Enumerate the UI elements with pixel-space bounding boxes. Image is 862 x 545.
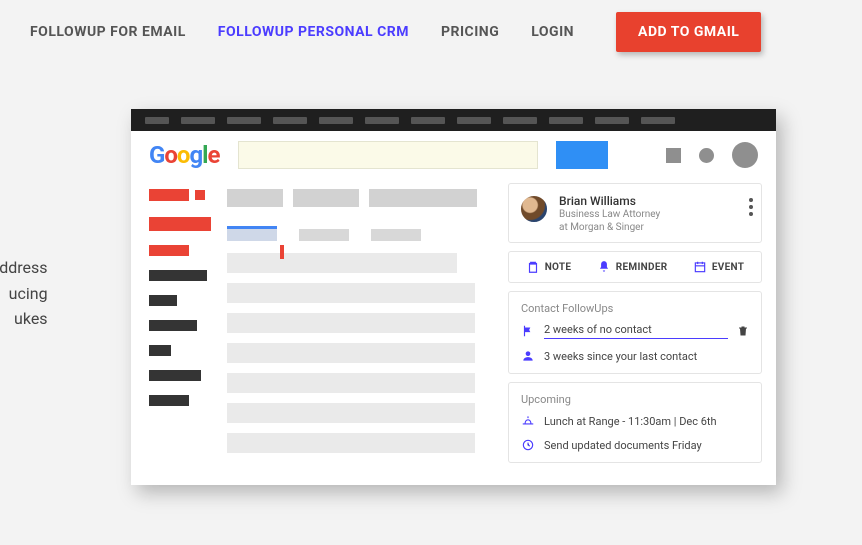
toolbar-placeholder (227, 189, 283, 207)
add-reminder-button[interactable]: REMINDER (597, 260, 668, 274)
sidebar-item[interactable] (149, 345, 171, 356)
message-row[interactable] (227, 283, 475, 303)
meal-icon (521, 414, 535, 428)
sidebar-item[interactable] (149, 370, 201, 381)
followups-title: Contact FollowUps (521, 302, 749, 315)
compose-placeholder[interactable] (149, 189, 189, 201)
gmail-mock-window: Google (131, 109, 776, 485)
nav-pricing[interactable]: PRICING (441, 24, 499, 40)
message-row[interactable] (227, 403, 475, 423)
followups-card: Contact FollowUps 2 weeks of no contact … (508, 291, 762, 374)
contact-subtitle: at Morgan & Singer (559, 221, 660, 234)
flag-icon (521, 324, 535, 338)
add-to-gmail-button[interactable]: ADD TO GMAIL (616, 12, 761, 52)
bell-icon (597, 260, 611, 274)
more-menu-icon[interactable] (749, 198, 753, 216)
gmail-message-list (227, 183, 502, 471)
search-input[interactable] (238, 141, 538, 169)
sidetext-line: and address (0, 255, 48, 281)
message-row[interactable] (227, 433, 475, 453)
category-tab-active[interactable] (227, 229, 277, 241)
calendar-icon (693, 260, 707, 274)
contact-card: Brian Williams Business Law Attorney at … (508, 183, 762, 243)
message-row[interactable] (227, 343, 475, 363)
google-logo: Google (149, 141, 220, 169)
crm-panel: Brian Williams Business Law Attorney at … (502, 183, 776, 471)
gmail-header: Google (131, 131, 776, 183)
contact-subtitle: Business Law Attorney (559, 208, 660, 221)
message-row[interactable] (227, 373, 475, 393)
account-avatar[interactable] (732, 142, 758, 168)
sidebar-item[interactable] (149, 395, 189, 406)
add-event-button[interactable]: EVENT (693, 260, 744, 274)
event-label: EVENT (712, 262, 744, 273)
nav-followup-email[interactable]: FOLLOWUP FOR EMAIL (30, 24, 186, 40)
gmail-sidebar (131, 183, 227, 471)
apps-icon[interactable] (666, 148, 681, 163)
person-icon (521, 349, 535, 363)
actions-card: NOTE REMINDER EVENT (508, 251, 762, 283)
category-tab[interactable] (299, 229, 349, 241)
top-nav: FOLLOWUP FOR EMAIL FOLLOWUP PERSONAL CRM… (0, 0, 862, 64)
followup-rule-field[interactable]: 2 weeks of no contact (544, 323, 728, 339)
last-contact-text: 3 weeks since your last contact (544, 350, 697, 363)
add-note-button[interactable]: NOTE (526, 260, 572, 274)
nav-login[interactable]: LOGIN (531, 24, 574, 40)
clock-icon (521, 438, 535, 452)
sidebar-item[interactable] (149, 295, 177, 306)
category-tab[interactable] (371, 229, 421, 241)
gmail-body: Brian Williams Business Law Attorney at … (131, 183, 776, 485)
nav-followup-crm[interactable]: FOLLOWUP PERSONAL CRM (218, 24, 409, 40)
upcoming-event-text: Lunch at Range - 11:30am | Dec 6th (544, 415, 717, 428)
search-button[interactable] (556, 141, 608, 169)
notifications-icon[interactable] (699, 148, 714, 163)
browser-tab-bar (131, 109, 776, 131)
sidebar-item[interactable] (149, 270, 207, 281)
trash-icon[interactable] (737, 324, 749, 338)
sidebar-item[interactable] (149, 320, 197, 331)
reminder-label: REMINDER (616, 262, 668, 273)
contact-avatar (519, 194, 549, 224)
upcoming-event-text: Send updated documents Friday (544, 439, 702, 452)
sidetext-line: ukes (0, 306, 48, 332)
note-label: NOTE (545, 262, 572, 273)
sidebar-item[interactable] (149, 217, 211, 231)
sidebar-item-active[interactable] (149, 245, 189, 256)
message-row[interactable] (227, 253, 457, 273)
contact-name: Brian Williams (559, 194, 660, 208)
toolbar-placeholder (293, 189, 359, 207)
sidetext-line: ucing (0, 281, 48, 307)
toolbar-placeholder (369, 189, 477, 207)
upcoming-card: Upcoming Lunch at Range - 11:30am | Dec … (508, 382, 762, 463)
marketing-text-fragment: and address ucing ukes (0, 255, 48, 332)
compose-caret (195, 190, 205, 200)
message-row[interactable] (227, 313, 475, 333)
upcoming-title: Upcoming (521, 393, 749, 406)
clipboard-icon (526, 260, 540, 274)
